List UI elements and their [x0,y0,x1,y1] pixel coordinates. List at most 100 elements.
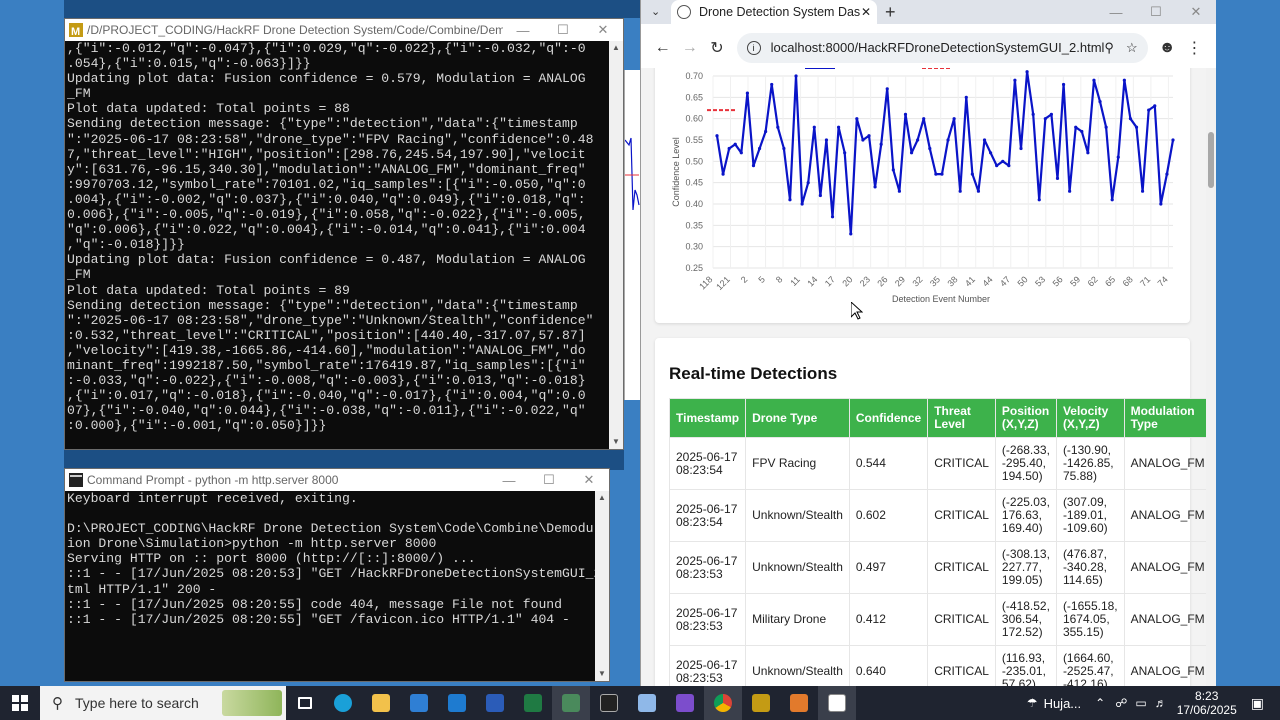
scroll-down-icon[interactable]: ▼ [609,435,623,449]
confidence-chart: 0.70 0.65 0.60 0.55 0.50 0.45 0.40 0.35 0.30 0.25… [671,68,1175,304]
console-line: Updating plot data: Fusion confidence = … [67,252,586,268]
data-point [995,164,999,168]
x-tick-label: 56 [1051,274,1065,288]
profile-icon[interactable]: ☻ [1154,33,1181,63]
y-tick-label: 0.50 [685,156,703,166]
scrollbar-thumb[interactable] [1208,132,1214,188]
close-button[interactable]: ✕ [569,469,609,491]
excel-icon[interactable] [514,686,552,720]
maximize-button[interactable]: ☐ [543,19,583,41]
data-point [976,189,981,193]
console-line: Serving HTTP on :: port 8000 (http://[::… [67,551,476,567]
desktop-strip [64,0,640,18]
dashboard-page[interactable]: 0.70 0.65 0.60 0.55 0.50 0.45 0.40 0.35 0.30 0.25… [641,68,1207,686]
terminal-window-detection[interactable]: M /D/PROJECT_CODING/HackRF Drone Detecti… [64,18,624,450]
minimize-button[interactable]: — [1096,0,1136,24]
data-point [733,142,737,146]
tray-chevron-icon[interactable]: ⌃ [1095,696,1105,710]
back-icon[interactable]: ← [649,33,676,63]
data-point [1068,189,1072,193]
table-cell: 2025-06-17 08:23:53 [668,593,747,646]
file-explorer-icon[interactable] [362,686,400,720]
minimize-button[interactable]: — [503,19,543,41]
network-icon[interactable]: ☍ [1115,696,1127,710]
notification-icon[interactable]: ▣ [1251,695,1264,712]
x-tick-label: 2 [739,274,750,285]
terminal-window-http-server[interactable]: Command Prompt - python -m http.server 8… [64,468,610,682]
visual-studio-icon[interactable] [666,686,704,720]
terminal-scrollbar[interactable]: ▲ ▼ [595,491,609,681]
forward-icon[interactable]: → [676,33,703,63]
mail-icon[interactable] [438,686,476,720]
scroll-up-icon[interactable]: ▲ [609,41,623,55]
maximize-button[interactable]: ☐ [1136,0,1176,24]
terminal-icon[interactable] [590,686,628,720]
console-line: ,{"i":-0.012,"q":-0.047},{"i":0.029,"q":… [67,41,586,56]
tab-dashboard[interactable]: Drone Detection System Dashb ✕ [671,0,877,24]
background-window[interactable] [624,70,640,400]
console-line: _FM [67,86,91,102]
task-view-icon[interactable] [286,686,324,720]
zoom-icon[interactable]: ⚲ [1104,40,1114,56]
close-button[interactable]: ✕ [1176,0,1216,24]
scroll-down-icon[interactable]: ▼ [595,667,609,681]
site-info-icon[interactable]: i [746,40,761,55]
word-icon[interactable] [476,686,514,720]
data-point [928,146,932,151]
store-icon[interactable] [400,686,438,720]
terminal-titlebar[interactable]: Command Prompt - python -m http.server 8… [65,469,609,491]
plot-window-icon[interactable] [818,686,856,720]
reload-icon[interactable]: ↻ [703,33,730,63]
edge-icon[interactable] [324,686,362,720]
x-tick-label: 68 [1121,274,1135,288]
app-icon[interactable] [552,686,590,720]
clock-date: 17/06/2025 [1176,703,1237,717]
bookmark-star-icon[interactable]: ☆ [1126,40,1138,56]
x-tick-label: 38 [945,274,959,288]
battery-icon[interactable]: ▭ [1135,696,1146,710]
search-placeholder: Type here to search [75,695,199,711]
console-line: ::1 - - [17/Jun/2025 08:20:53] "GET /Hac… [67,566,597,582]
orange-app-icon[interactable] [780,686,818,720]
data-point [849,232,853,236]
weather-icon[interactable]: ☂ [1027,696,1038,710]
page-scrollbar[interactable] [1206,68,1216,686]
y-tick-label: 0.70 [685,71,703,81]
terminal-titlebar[interactable]: M /D/PROJECT_CODING/HackRF Drone Detecti… [65,19,623,41]
maximize-button[interactable]: ☐ [529,469,569,491]
new-tab-icon[interactable]: + [885,2,896,23]
table-cell: (307.09, -189.01, -109.60) [1055,489,1125,542]
terminal-output[interactable]: ,{"i":-0.012,"q":-0.047},{"i":0.029,"q":… [65,41,611,449]
terminal-output[interactable]: Keyboard interrupt received, exiting. D:… [65,491,597,681]
windows-start-icon[interactable] [0,686,40,720]
weather-text[interactable]: Huja... [1044,696,1082,711]
notepad-icon[interactable] [628,686,666,720]
desktop-strip [64,450,624,470]
data-point [958,189,962,193]
clock[interactable]: 8:23 17/06/2025 [1177,689,1237,717]
tab-search-icon[interactable]: ⌄ [651,5,660,18]
msys-icon[interactable] [742,686,780,720]
minimize-button[interactable]: — [489,469,529,491]
chrome-icon[interactable] [704,686,742,720]
browser-window[interactable]: ⌄ Drone Detection System Dashb ✕ + — ☐ ✕… [640,0,1216,686]
console-line: ":"2025-06-17 08:23:58","drone_type":"Un… [67,312,594,328]
close-button[interactable]: ✕ [583,19,623,41]
terminal-scrollbar[interactable]: ▲ ▼ [609,41,623,449]
menu-icon[interactable]: ⋮ [1181,33,1208,63]
confidence-series-line [715,70,1175,235]
taskbar-search-box[interactable]: ⚲ Type here to search [40,686,286,720]
table-cell: (476.87, -340.28, 114.65) [1055,541,1125,594]
address-bar[interactable]: i localhost:8000/HackRFDroneDetectionSys… [736,32,1148,63]
volume-icon[interactable]: ♬ [1155,696,1167,710]
close-tab-icon[interactable]: ✕ [861,5,871,19]
table-row: 2025-06-17 08:23:53 Unknown/Stealth 0.640 C… [668,645,1207,686]
scroll-up-icon[interactable]: ▲ [595,491,609,505]
table-cell: (116.93, -235.01, 57.62) [994,645,1057,686]
table-header-row: Timestamp Drone Type Confidence Threat Leve… [668,398,1207,438]
data-point [879,142,883,146]
data-point [922,117,926,121]
x-tick-label: 20 [840,274,854,288]
data-point [806,181,810,185]
data-point [1031,112,1035,116]
